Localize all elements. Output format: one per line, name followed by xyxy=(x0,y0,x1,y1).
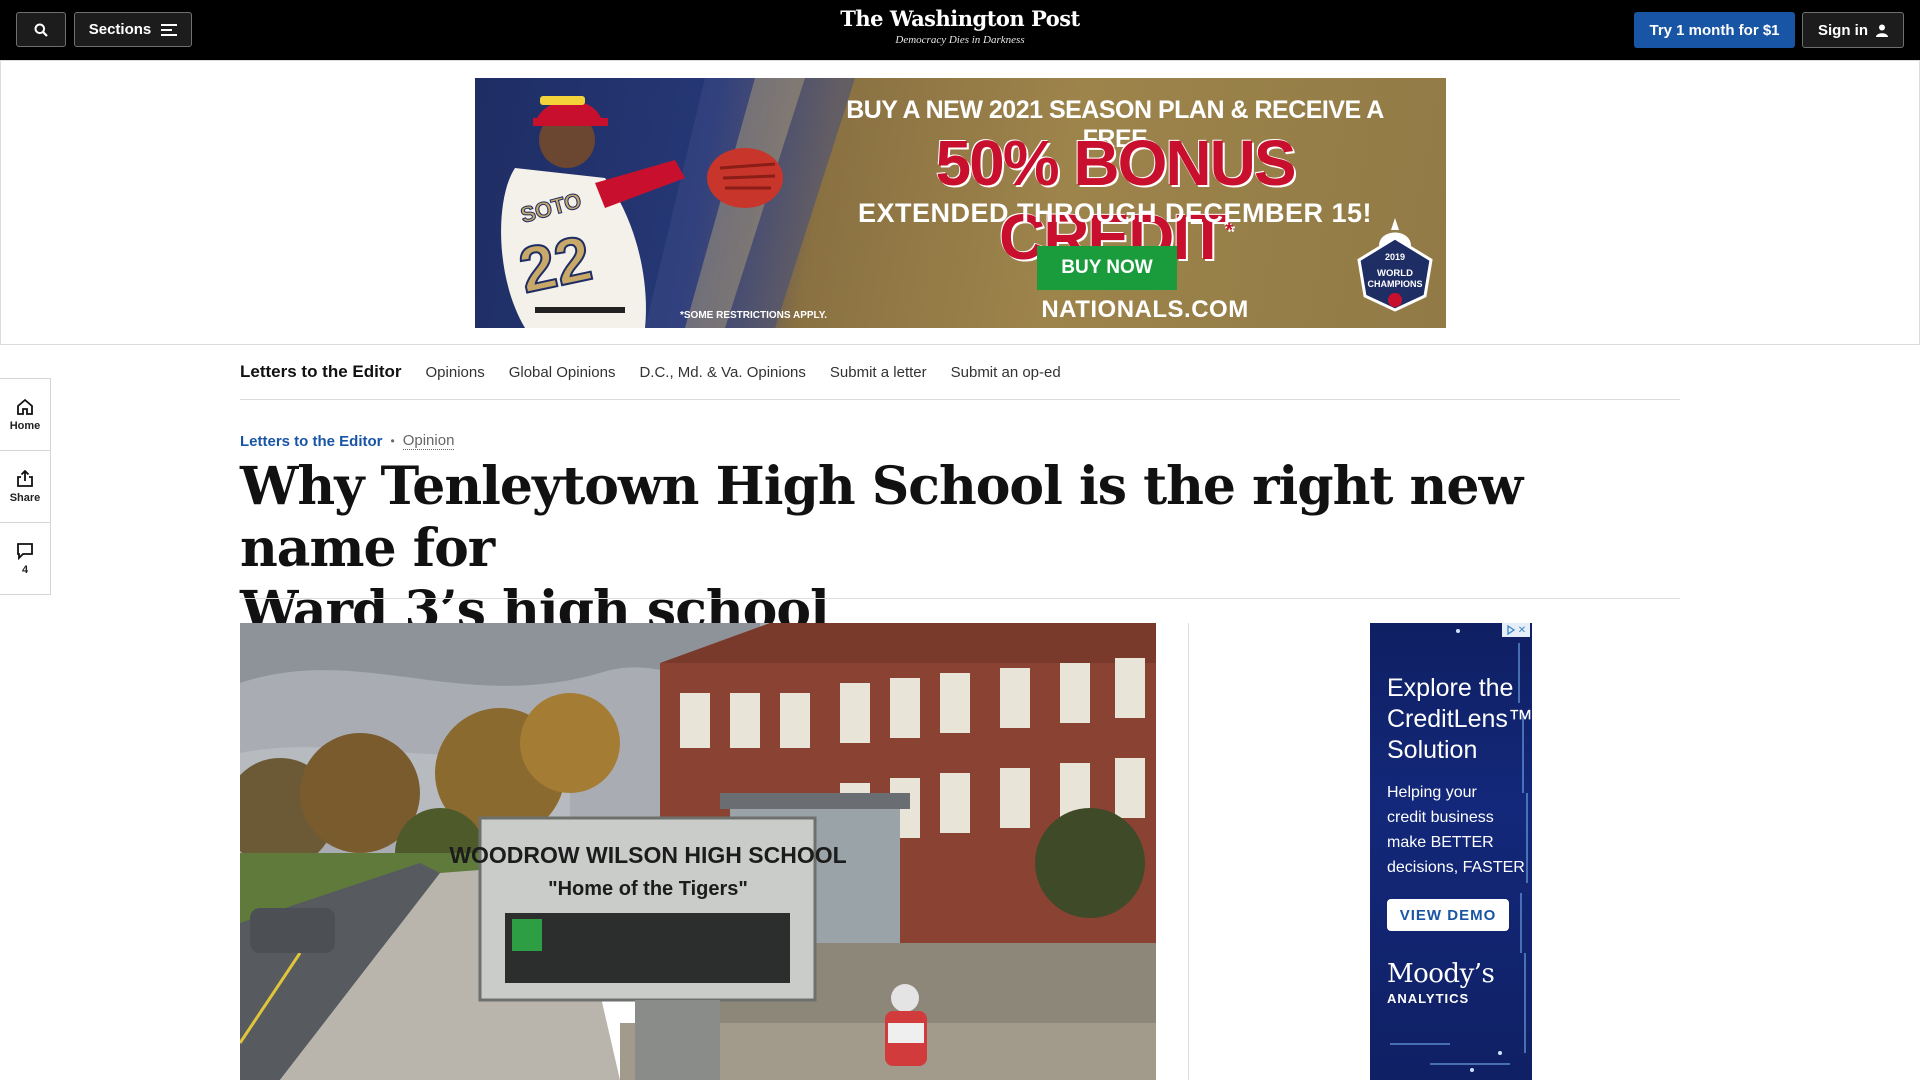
world-champions-badge: 2019 WORLD CHAMPIONS xyxy=(1357,218,1433,312)
side-ad-brand: Moody’s xyxy=(1387,959,1495,989)
nav-link-global-opinions[interactable]: Global Opinions xyxy=(509,364,616,381)
sign-in-button[interactable]: Sign in xyxy=(1802,12,1904,48)
search-icon xyxy=(34,23,48,37)
ad-buy-now-button[interactable]: BUY NOW xyxy=(1037,246,1177,290)
site-logo[interactable]: The Washington Post xyxy=(810,6,1110,31)
nav-link-submit-letter[interactable]: Submit a letter xyxy=(830,364,927,381)
svg-text:CHAMPIONS: CHAMPIONS xyxy=(1367,279,1422,289)
svg-text:"Home of the Tigers": "Home of the Tigers" xyxy=(548,878,748,900)
adchoices-icon xyxy=(1507,625,1515,635)
headline-line-1: Why Tenleytown High School is the right … xyxy=(240,456,1523,579)
share-rail-label: Share xyxy=(9,491,41,504)
top-navigation-bar: Sections The Washington Post Democracy D… xyxy=(0,0,1920,60)
masthead-logo[interactable]: The Washington Post Democracy Dies in Da… xyxy=(810,6,1110,46)
column-divider xyxy=(1188,623,1189,1080)
article-headline: Why Tenleytown High School is the right … xyxy=(240,456,1680,642)
baseball-player-illustration: 22 SOTO xyxy=(501,78,855,328)
subscribe-button[interactable]: Try 1 month for $1 xyxy=(1634,12,1795,48)
comments-count: 4 xyxy=(21,564,29,576)
menu-icon xyxy=(161,23,178,36)
school-photo-illustration: WOODROW WILSON HIGH SCHOOL "Home of the … xyxy=(240,623,1156,1080)
kicker-section-link[interactable]: Letters to the Editor xyxy=(240,433,383,450)
side-ad-body: Helping your credit business make BETTER… xyxy=(1387,784,1525,876)
svg-text:2019: 2019 xyxy=(1385,252,1405,262)
nav-link-opinions[interactable]: Opinions xyxy=(426,364,485,381)
article-kicker: Letters to the Editor • Opinion xyxy=(240,432,455,450)
left-action-rail: Home Share 4 xyxy=(0,378,51,595)
kicker-separator: • xyxy=(390,434,395,448)
side-ad-brand-sub: ANALYTICS xyxy=(1387,991,1470,1006)
section-title-link[interactable]: Letters to the Editor xyxy=(240,362,402,382)
share-icon xyxy=(17,469,33,487)
sign-in-label: Sign in xyxy=(1818,21,1868,39)
headline-divider xyxy=(240,598,1680,599)
sections-label: Sections xyxy=(88,21,152,38)
view-demo-button[interactable]: VIEW DEMO xyxy=(1387,899,1509,931)
article-lead-photo[interactable]: WOODROW WILSON HIGH SCHOOL "Home of the … xyxy=(240,623,1156,1080)
ad-domain: NATIONALS.COM xyxy=(1041,296,1249,323)
svg-text:WORLD: WORLD xyxy=(1377,268,1413,279)
close-icon: ✕ xyxy=(1517,624,1527,636)
home-icon xyxy=(17,398,33,415)
svg-text:22: 22 xyxy=(513,221,598,306)
share-rail-button[interactable]: Share xyxy=(0,451,50,523)
search-button[interactable] xyxy=(16,12,66,47)
ad-extension-note: EXTENDED THROUGH DECEMBER 15! xyxy=(857,198,1373,228)
nav-link-submit-op-ed[interactable]: Submit an op-ed xyxy=(951,364,1061,381)
user-icon xyxy=(1876,24,1888,37)
site-tagline: Democracy Dies in Darkness xyxy=(895,34,1025,46)
adchoices-button[interactable]: ✕ xyxy=(1502,623,1530,637)
top-ad-container: 22 SOTO BUY A NEW 2021 SEASON PLAN & REC… xyxy=(0,60,1920,345)
comment-icon xyxy=(17,543,33,560)
kicker-opinion-label[interactable]: Opinion xyxy=(402,432,455,450)
nationals-banner-ad[interactable]: 22 SOTO BUY A NEW 2021 SEASON PLAN & REC… xyxy=(475,78,1446,328)
nav-link-local-opinions[interactable]: D.C., Md. & Va. Opinions xyxy=(639,364,805,381)
home-rail-button[interactable]: Home xyxy=(0,379,50,451)
side-ad-headline: Explore the CreditLens™ Solution xyxy=(1387,674,1532,764)
moodys-side-ad[interactable]: ✕ Explore the CreditLens™ Solution Helpi… xyxy=(1370,623,1532,1080)
comments-rail-button[interactable]: 4 xyxy=(0,523,50,595)
section-navigation: Letters to the Editor Opinions Global Op… xyxy=(240,345,1680,400)
home-rail-label: Home xyxy=(9,419,41,432)
svg-text:WOODROW WILSON HIGH SCHOOL: WOODROW WILSON HIGH SCHOOL xyxy=(449,842,846,868)
ad-disclaimer: *SOME RESTRICTIONS APPLY. xyxy=(680,310,828,321)
sections-menu-button[interactable]: Sections xyxy=(74,12,192,47)
